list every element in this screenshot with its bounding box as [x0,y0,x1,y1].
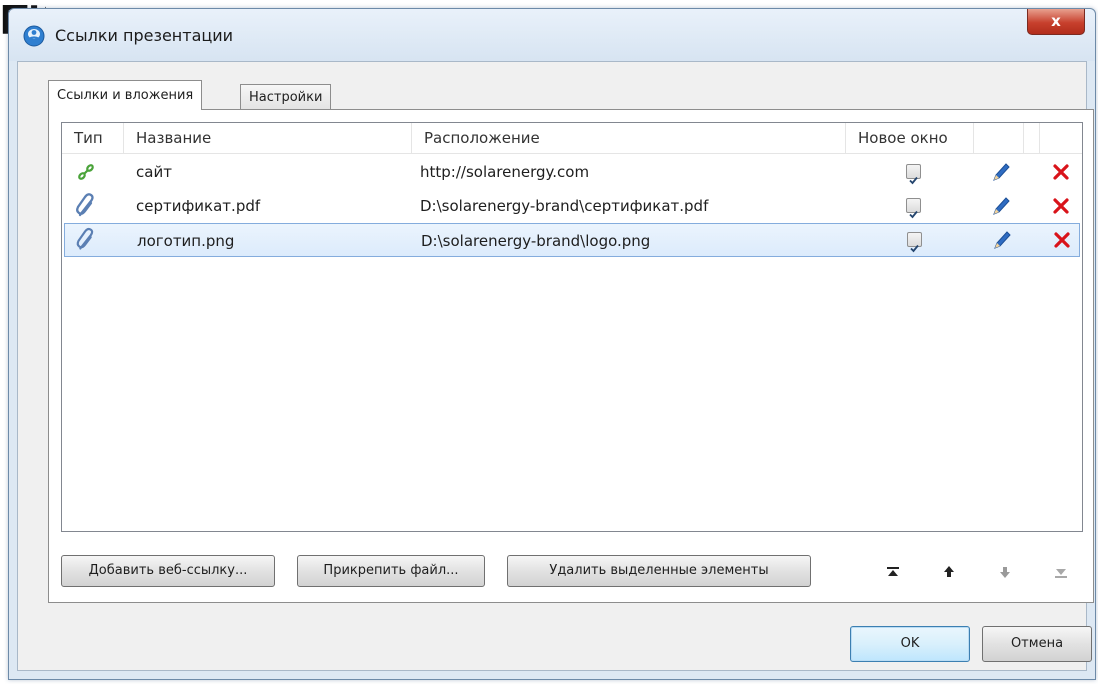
cancel-button[interactable]: Отмена [982,626,1092,662]
title-bar[interactable]: Ссылки презентации x [9,9,1095,61]
new-window-checkbox[interactable] [907,232,922,253]
tab-panel-links: Тип Название Расположение Новое окно сай… [48,109,1094,603]
new-window-checkbox[interactable] [906,164,921,185]
close-button[interactable]: x [1027,9,1085,35]
list-header: Тип Название Расположение Новое окно [62,123,1082,154]
tab-links-attachments[interactable]: Ссылки и вложения [48,80,203,110]
row-location: D:\solarenergy-brand\logo.png [421,232,651,250]
column-header-spacer [1024,123,1040,153]
paperclip-icon [74,224,114,256]
checkmark-icon [909,176,918,185]
table-row-selected[interactable]: логотип.png D:\solarenergy-brand\logo.pn… [64,223,1080,257]
table-row[interactable]: сайт http://solarenergy.com [64,155,1080,189]
dialog-body: Ссылки и вложения Настройки Тип Название… [17,61,1094,671]
column-header-new-window[interactable]: Новое окно [846,123,974,153]
link-icon [74,155,114,189]
column-header-location[interactable]: Расположение [412,123,846,153]
paperclip-icon [74,189,114,223]
delete-selected-button[interactable]: Удалить выделенные элементы [507,555,811,587]
move-down-icon[interactable] [995,562,1015,582]
edit-pencil-icon[interactable] [990,195,1012,217]
attach-file-button[interactable]: Прикрепить файл... [297,555,485,587]
close-icon: x [1051,12,1061,30]
checkmark-icon [909,210,918,219]
move-to-top-icon[interactable] [883,562,903,582]
checkmark-icon [910,244,919,253]
row-location: http://solarenergy.com [420,163,590,181]
delete-x-icon[interactable] [1051,229,1073,251]
row-location: D:\solarenergy-brand\сертификат.pdf [420,197,709,215]
edit-pencil-icon[interactable] [990,161,1012,183]
edit-pencil-icon[interactable] [991,229,1013,251]
add-web-link-button[interactable]: Добавить веб-ссылку... [61,555,275,587]
column-header-name[interactable]: Название [124,123,412,153]
row-name: сайт [136,163,172,181]
column-header-type[interactable]: Тип [62,123,124,153]
links-dialog: Ссылки презентации x Ссылки и вложения Н… [8,8,1096,680]
links-list[interactable]: Тип Название Расположение Новое окно сай… [61,122,1083,532]
column-header-edit [974,123,1024,153]
window-title: Ссылки презентации [55,26,234,45]
move-up-icon[interactable] [939,562,959,582]
table-row[interactable]: сертификат.pdf D:\solarenergy-brand\серт… [64,189,1080,223]
tab-settings[interactable]: Настройки [240,84,332,110]
delete-x-icon[interactable] [1050,161,1072,183]
new-window-checkbox[interactable] [906,198,921,219]
ok-button[interactable]: OK [850,626,970,662]
row-name: логотип.png [137,232,235,250]
delete-x-icon[interactable] [1050,195,1072,217]
row-name: сертификат.pdf [136,197,261,215]
move-to-bottom-icon[interactable] [1051,562,1071,582]
app-globe-icon [23,25,45,47]
